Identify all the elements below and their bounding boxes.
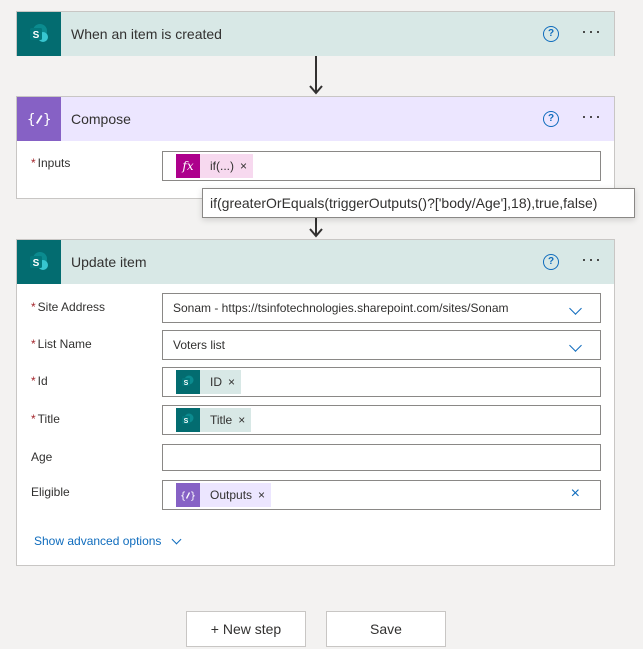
trigger-card[interactable]: S When an item is created ? ··· bbox=[16, 11, 615, 56]
token-label: ID bbox=[210, 375, 222, 389]
help-icon[interactable]: ? bbox=[543, 26, 560, 42]
token-label: if(...) bbox=[210, 159, 234, 173]
compose-icon: {} bbox=[176, 483, 200, 507]
svg-text:S: S bbox=[33, 30, 40, 41]
sharepoint-icon: S bbox=[17, 12, 61, 56]
age-field[interactable] bbox=[162, 444, 601, 471]
svg-text:S: S bbox=[184, 418, 189, 425]
site-address-label: * Site Address bbox=[31, 300, 106, 314]
list-name-label: * List Name bbox=[31, 337, 92, 351]
chevron-down-icon bbox=[171, 534, 182, 544]
chevron-down-icon[interactable] bbox=[569, 339, 582, 352]
help-icon[interactable]: ? bbox=[543, 111, 560, 127]
compose-icon: { } bbox=[17, 97, 61, 141]
fx-icon: fx bbox=[176, 154, 200, 178]
chevron-down-icon[interactable] bbox=[569, 302, 582, 315]
show-advanced-options-link[interactable]: Show advanced options bbox=[34, 534, 182, 548]
more-options-icon[interactable]: ··· bbox=[581, 22, 602, 42]
compose-header[interactable]: { } Compose ? ··· bbox=[17, 97, 614, 141]
update-item-header[interactable]: S Update item ? ··· bbox=[17, 240, 614, 284]
more-options-icon[interactable]: ··· bbox=[581, 107, 602, 127]
save-button[interactable]: Save bbox=[326, 611, 446, 647]
sharepoint-icon: S bbox=[176, 370, 200, 394]
remove-token-icon[interactable]: × bbox=[228, 375, 235, 389]
token-label: Outputs bbox=[210, 488, 253, 502]
compose-card[interactable]: { } Compose ? ··· * Inputs fx if(...) × bbox=[16, 96, 615, 199]
sharepoint-icon: S bbox=[176, 408, 200, 432]
outputs-token[interactable]: {} Outputs × bbox=[176, 483, 272, 507]
svg-text:}: } bbox=[43, 112, 51, 128]
inputs-field[interactable]: fx if(...) × bbox=[162, 151, 601, 181]
trigger-title: When an item is created bbox=[71, 26, 222, 42]
more-options-icon[interactable]: ··· bbox=[581, 250, 602, 270]
site-address-dropdown[interactable]: Sonam - https://tsinfotechnologies.share… bbox=[162, 293, 601, 323]
update-item-card[interactable]: S Update item ? ··· * Site Address Sonam … bbox=[16, 239, 615, 566]
title-token[interactable]: S Title × bbox=[176, 408, 252, 432]
connector-arrow bbox=[309, 56, 323, 96]
id-label: * Id bbox=[31, 374, 48, 388]
token-label: Title bbox=[210, 413, 233, 427]
site-address-value: Sonam - https://tsinfotechnologies.share… bbox=[173, 301, 509, 315]
list-name-dropdown[interactable]: Voters list bbox=[162, 330, 601, 360]
svg-text:}: } bbox=[190, 491, 196, 502]
expression-token[interactable]: fx if(...) × bbox=[176, 154, 254, 178]
clear-icon[interactable]: × bbox=[571, 485, 580, 503]
help-icon[interactable]: ? bbox=[543, 254, 560, 270]
remove-token-icon[interactable]: × bbox=[238, 413, 245, 427]
update-item-title: Update item bbox=[71, 254, 147, 270]
svg-text:{: { bbox=[180, 491, 186, 502]
svg-text:S: S bbox=[33, 258, 40, 269]
id-token[interactable]: S ID × bbox=[176, 370, 242, 394]
title-label: * Title bbox=[31, 412, 60, 426]
trigger-header[interactable]: S When an item is created ? ··· bbox=[17, 12, 614, 56]
svg-text:{: { bbox=[27, 112, 35, 128]
compose-title: Compose bbox=[71, 111, 131, 127]
remove-token-icon[interactable]: × bbox=[240, 159, 247, 173]
id-field[interactable]: S ID × bbox=[162, 367, 601, 397]
eligible-field[interactable]: {} Outputs × × bbox=[162, 480, 601, 510]
sharepoint-icon: S bbox=[17, 240, 61, 284]
svg-text:S: S bbox=[184, 380, 189, 387]
age-label: Age bbox=[31, 450, 53, 464]
list-name-value: Voters list bbox=[173, 338, 226, 352]
eligible-label: Eligible bbox=[31, 485, 70, 499]
new-step-button[interactable]: + New step bbox=[186, 611, 306, 647]
title-field[interactable]: S Title × bbox=[162, 405, 601, 435]
remove-token-icon[interactable]: × bbox=[258, 488, 265, 502]
inputs-label: * Inputs bbox=[31, 156, 71, 170]
expression-tooltip: if(greaterOrEquals(triggerOutputs()?['bo… bbox=[202, 188, 635, 218]
